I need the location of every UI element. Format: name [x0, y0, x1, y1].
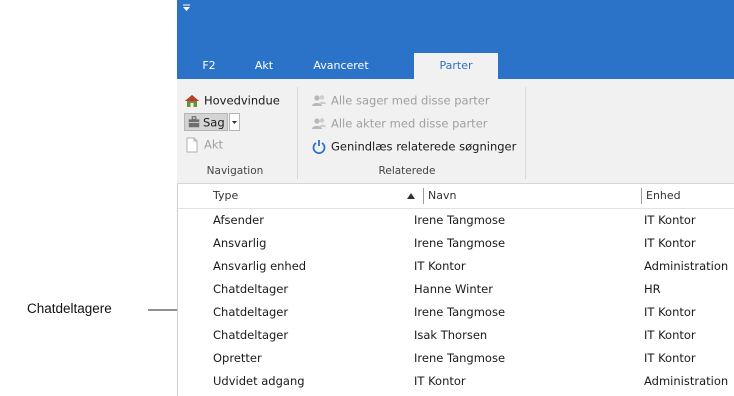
hovedvindue-button[interactable]: Hovedvindue — [184, 91, 280, 109]
table-row[interactable]: Ansvarlig Irene Tangmose IT Kontor — [177, 232, 734, 255]
title-bar — [177, 0, 734, 53]
people-icon — [312, 117, 326, 129]
type-cell: Ansvarlig — [213, 236, 267, 250]
window-left-border — [177, 184, 178, 396]
alle-akter-label: Alle akter med disse parter — [331, 116, 488, 131]
type-cell: Chatdeltager — [213, 328, 289, 342]
people-icon — [312, 94, 326, 106]
table-row[interactable]: Chatdeltager Hanne Winter HR — [177, 278, 734, 301]
unit-cell: IT Kontor — [644, 351, 696, 365]
parties-grid: Type Navn Enhed Afsender Irene Tangmose … — [177, 184, 734, 396]
navigation-group-label: Navigation — [206, 165, 264, 177]
unit-cell: IT Kontor — [644, 328, 696, 342]
table-row[interactable]: Ansvarlig enhed IT Kontor Administration — [177, 255, 734, 278]
ribbon-tab-strip: F2 Akt Avanceret Parter — [177, 53, 734, 80]
column-header-enhed[interactable]: Enhed — [646, 184, 734, 208]
alle-akter-button[interactable]: Alle akter med disse parter — [311, 114, 488, 132]
table-row[interactable]: Chatdeltager Irene Tangmose IT Kontor — [177, 301, 734, 324]
group-separator — [525, 87, 526, 179]
hovedvindue-label: Hovedvindue — [204, 93, 280, 108]
alle-sager-label: Alle sager med disse parter — [331, 93, 490, 108]
quick-access-menu-icon[interactable] — [183, 4, 191, 12]
column-header-type-label: Type — [213, 189, 239, 202]
column-header-navn-label: Navn — [428, 189, 457, 202]
name-cell: Hanne Winter — [414, 282, 493, 296]
table-row[interactable]: Afsender Irene Tangmose IT Kontor — [177, 209, 734, 232]
column-divider[interactable] — [423, 188, 424, 204]
genindlaes-label: Genindlæs relaterede søgninger — [331, 139, 517, 154]
unit-cell: HR — [644, 282, 661, 296]
type-cell: Ansvarlig enhed — [213, 259, 307, 273]
name-cell: Isak Thorsen — [414, 328, 488, 342]
unit-cell: IT Kontor — [644, 213, 696, 227]
type-cell: Udvidet adgang — [213, 374, 305, 388]
column-header-navn[interactable]: Navn — [428, 184, 638, 208]
app-window: F2 Akt Avanceret Parter Hovedvindue Sag — [177, 0, 734, 396]
name-cell: IT Kontor — [414, 374, 466, 388]
tab-avanceret[interactable]: Avanceret — [303, 53, 379, 79]
unit-cell: IT Kontor — [644, 236, 696, 250]
refresh-icon — [312, 139, 326, 154]
name-cell: Irene Tangmose — [414, 213, 506, 227]
akt-label: Akt — [204, 137, 224, 152]
ribbon: Hovedvindue Sag Akt Navigation Alle sage… — [177, 79, 734, 184]
unit-cell: Administration — [644, 374, 729, 388]
alle-sager-button[interactable]: Alle sager med disse parter — [311, 91, 490, 109]
home-icon — [185, 94, 199, 107]
table-row[interactable]: Chatdeltager Isak Thorsen IT Kontor — [177, 324, 734, 347]
type-cell: Chatdeltager — [213, 305, 289, 319]
sort-ascending-icon — [407, 193, 415, 199]
genindlaes-button[interactable]: Genindlæs relaterede søgninger — [311, 137, 516, 155]
akt-button[interactable]: Akt — [184, 135, 223, 153]
sag-button[interactable]: Sag — [184, 112, 240, 131]
document-icon — [186, 137, 198, 152]
sag-dropdown[interactable] — [228, 112, 240, 131]
column-divider[interactable] — [641, 188, 642, 204]
sag-label: Sag — [203, 115, 225, 129]
type-cell: Afsender — [213, 213, 264, 227]
case-icon — [188, 116, 200, 128]
tab-akt[interactable]: Akt — [239, 53, 289, 79]
type-cell: Opretter — [213, 351, 262, 365]
column-header-type[interactable]: Type — [213, 184, 423, 208]
table-row[interactable]: Udvidet adgang IT Kontor Administration — [177, 370, 734, 393]
chevron-down-icon — [231, 120, 237, 124]
tab-f2[interactable]: F2 — [191, 53, 227, 79]
unit-cell: IT Kontor — [644, 305, 696, 319]
tab-parter[interactable]: Parter — [414, 53, 498, 80]
name-cell: Irene Tangmose — [414, 305, 506, 319]
unit-cell: Administration — [644, 259, 729, 273]
column-header-enhed-label: Enhed — [646, 189, 681, 202]
relaterede-group-label: Relaterede — [378, 165, 436, 177]
name-cell: IT Kontor — [414, 259, 466, 273]
type-cell: Chatdeltager — [213, 282, 289, 296]
name-cell: Irene Tangmose — [414, 236, 506, 250]
name-cell: Irene Tangmose — [414, 351, 506, 365]
table-row[interactable]: Opretter Irene Tangmose IT Kontor — [177, 347, 734, 370]
group-separator — [297, 87, 298, 179]
